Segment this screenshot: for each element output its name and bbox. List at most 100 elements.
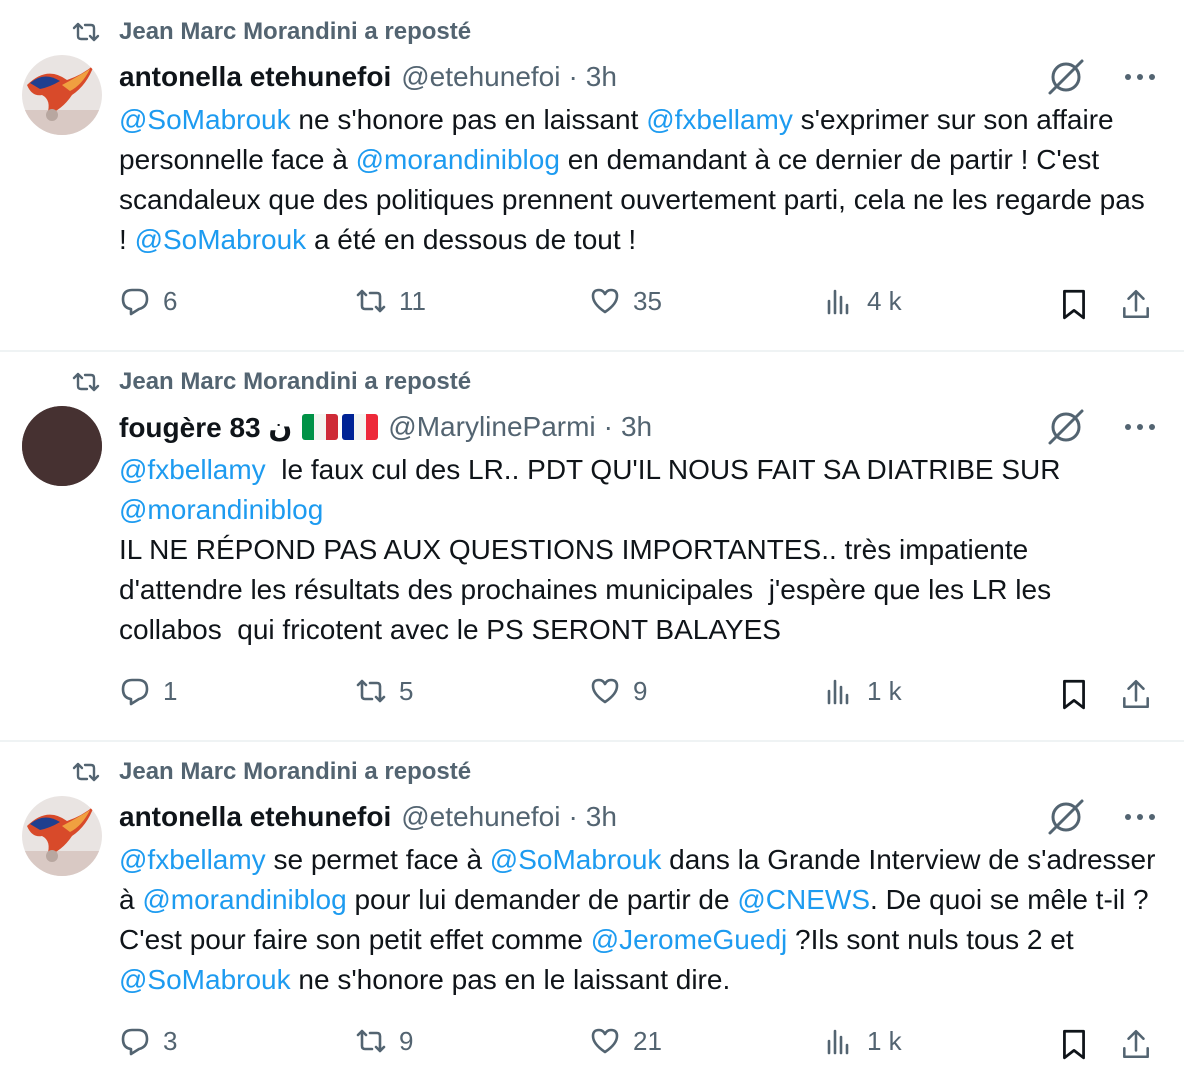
views-count: 1 k — [867, 1025, 902, 1056]
mention-link[interactable]: @SoMabrouk — [119, 964, 291, 995]
reply-button[interactable]: 1 — [119, 675, 177, 707]
mention-link[interactable]: @morandiniblog — [142, 884, 346, 915]
repost-icon — [72, 22, 100, 42]
share-icon[interactable] — [1119, 1027, 1153, 1061]
avatar[interactable] — [22, 406, 102, 486]
display-name[interactable]: antonella etehunefoi — [119, 61, 391, 93]
reply-icon — [121, 288, 149, 316]
bookmark-icon[interactable] — [1057, 677, 1091, 711]
display-name[interactable]: antonella etehunefoi — [119, 801, 391, 833]
display-name[interactable]: fougère 83 ن — [119, 411, 292, 444]
like-button[interactable]: 9 — [589, 675, 647, 707]
bookmark-icon[interactable] — [1057, 287, 1091, 321]
repost-count: 11 — [399, 285, 426, 316]
like-icon — [591, 288, 619, 314]
mention-link[interactable]: @JeromeGuedj — [591, 924, 788, 955]
repost-label: Jean Marc Morandini a reposté — [119, 18, 472, 45]
repost-icon — [72, 372, 100, 392]
like-count: 9 — [633, 675, 648, 706]
like-button[interactable]: 21 — [589, 1025, 662, 1057]
reply-count: 1 — [163, 675, 178, 706]
tweet-text-segment: se permet face à — [265, 844, 490, 875]
separator-dot: · — [568, 61, 578, 92]
reply-button[interactable]: 6 — [119, 285, 177, 317]
tweet-header: antonella etehunefoi @etehunefoi · 3h — [119, 60, 617, 94]
more-icon[interactable] — [1124, 813, 1156, 821]
action-bar: 1 5 9 1 k — [119, 675, 1159, 715]
timestamp[interactable]: 3h — [586, 801, 617, 833]
avatar[interactable] — [22, 796, 102, 876]
separator-dot: · — [568, 801, 578, 832]
tweet-text-segment: ne s'honore pas en le laissant dire. — [290, 964, 731, 995]
views-icon — [827, 679, 849, 705]
mention-link[interactable]: @SoMabrouk — [490, 844, 662, 875]
tweet-text-segment: pour lui demander de partir de — [346, 884, 738, 915]
mention-link[interactable]: @fxbellamy — [119, 454, 266, 485]
views-count: 1 k — [867, 675, 902, 706]
mention-link[interactable]: @SoMabrouk — [119, 104, 291, 135]
user-handle[interactable]: @etehunefoi — [401, 61, 560, 93]
mention-link[interactable]: @fxbellamy — [646, 104, 793, 135]
tweet-text: @fxbellamy se permet face à @SoMabrouk d… — [119, 840, 1159, 1000]
views-button[interactable]: 1 k — [823, 675, 902, 707]
user-handle[interactable]: @MarylineParmi — [388, 411, 595, 443]
like-icon — [591, 1028, 619, 1054]
repost-label: Jean Marc Morandini a reposté — [119, 368, 472, 395]
share-icon[interactable] — [1119, 287, 1153, 321]
repost-indicator: Jean Marc Morandini a reposté — [72, 17, 471, 47]
mention-link[interactable]: @CNEWS — [737, 884, 870, 915]
mention-link[interactable]: @morandiniblog — [356, 144, 560, 175]
like-count: 21 — [633, 1025, 662, 1056]
bookmark-icon[interactable] — [1057, 1027, 1091, 1061]
repost-indicator: Jean Marc Morandini a reposté — [72, 367, 471, 397]
repost-button[interactable]: 11 — [355, 285, 426, 317]
repost-button[interactable]: 5 — [355, 675, 413, 707]
reply-button[interactable]: 3 — [119, 1025, 177, 1057]
like-button[interactable]: 35 — [589, 285, 662, 317]
repost-count: 5 — [399, 675, 414, 706]
timestamp[interactable]: 3h — [586, 61, 617, 93]
repost-count: 9 — [399, 1025, 414, 1056]
tweet-header: fougère 83 ن @MarylineParmi · 3h — [119, 410, 652, 444]
more-icon[interactable] — [1124, 73, 1156, 81]
share-icon[interactable] — [1119, 677, 1153, 711]
tweet-text: @fxbellamy le faux cul des LR.. PDT QU'I… — [119, 450, 1159, 650]
like-count: 35 — [633, 285, 662, 316]
timestamp[interactable]: 3h — [621, 411, 652, 443]
tweet-text-segment: ?Ils sont nuls tous 2 et — [787, 924, 1074, 955]
views-count: 4 k — [867, 285, 902, 316]
views-icon — [827, 1029, 849, 1055]
user-handle[interactable]: @etehunefoi — [401, 801, 560, 833]
tweet-2[interactable]: Jean Marc Morandini a reposté fougère 83… — [0, 352, 1184, 740]
mention-link[interactable]: @morandiniblog — [119, 494, 323, 525]
repost-icon — [356, 289, 386, 313]
views-button[interactable]: 4 k — [823, 285, 902, 317]
tweet-header: antonella etehunefoi @etehunefoi · 3h — [119, 800, 617, 834]
reply-icon — [121, 1028, 149, 1056]
grok-icon[interactable] — [1046, 57, 1086, 97]
repost-icon — [356, 1029, 386, 1053]
avatar[interactable] — [22, 55, 102, 135]
tweet-text-segment: IL NE RÉPOND PAS AUX QUESTIONS IMPORTANT… — [119, 534, 1052, 645]
grok-icon[interactable] — [1046, 797, 1086, 837]
tweet-text-segment: ne s'honore pas en laissant — [290, 104, 647, 135]
france-flag-icon — [342, 414, 379, 440]
tweet-text: @SoMabrouk ne s'honore pas en laissant @… — [119, 100, 1159, 260]
reply-count: 3 — [163, 1025, 178, 1056]
action-bar: 3 9 21 1 k — [119, 1025, 1159, 1065]
repost-indicator: Jean Marc Morandini a reposté — [72, 757, 471, 787]
mention-link[interactable]: @SoMabrouk — [135, 224, 307, 255]
mention-link[interactable]: @fxbellamy — [119, 844, 266, 875]
reply-icon — [121, 678, 149, 706]
more-icon[interactable] — [1124, 423, 1156, 431]
tweet-text-segment: a été en dessous de tout ! — [306, 224, 637, 255]
views-button[interactable]: 1 k — [823, 1025, 902, 1057]
flags — [298, 414, 379, 440]
tweet-3[interactable]: Jean Marc Morandini a reposté antonella … — [0, 742, 1184, 1088]
repost-icon — [356, 679, 386, 703]
repost-button[interactable]: 9 — [355, 1025, 413, 1057]
like-icon — [591, 678, 619, 704]
italy-flag-icon — [302, 414, 339, 440]
grok-icon[interactable] — [1046, 407, 1086, 447]
tweet-1[interactable]: Jean Marc Morandini a reposté antonella … — [0, 0, 1184, 350]
